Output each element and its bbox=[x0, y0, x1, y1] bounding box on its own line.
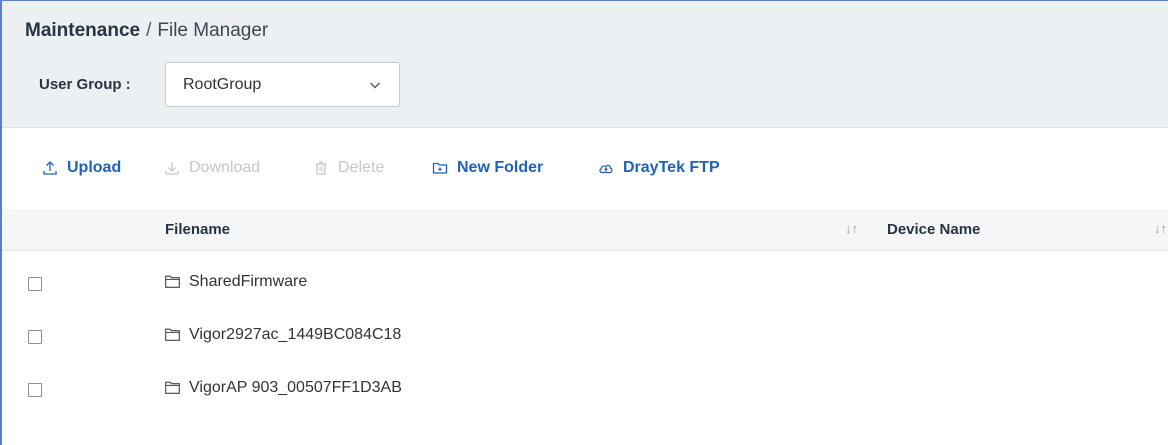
row-checkbox[interactable] bbox=[28, 277, 42, 291]
file-toolbar: Upload Download Delete New Folder DrayTe… bbox=[2, 155, 1168, 181]
download-icon bbox=[165, 162, 179, 175]
user-group-label: User Group : bbox=[39, 76, 131, 93]
delete-button[interactable]: Delete bbox=[313, 155, 384, 181]
user-group-value: RootGroup bbox=[183, 76, 262, 93]
sort-filename-icon[interactable]: ↓↑ bbox=[845, 221, 858, 236]
table-row[interactable]: Vigor2927ac_1449BC084C18 bbox=[2, 312, 1168, 364]
sort-device-name-icon[interactable]: ↓↑ bbox=[1154, 221, 1167, 236]
download-label: Download bbox=[189, 159, 261, 176]
draytek-ftp-label: DrayTek FTP bbox=[623, 159, 720, 176]
row-filename[interactable]: Vigor2927ac_1449BC084C18 bbox=[189, 326, 401, 344]
download-button[interactable]: Download bbox=[164, 155, 260, 181]
table-row[interactable]: SharedFirmware bbox=[2, 259, 1168, 311]
upload-icon bbox=[43, 161, 57, 175]
new-folder-label: New Folder bbox=[457, 159, 544, 176]
column-header-filename[interactable]: Filename bbox=[165, 221, 230, 238]
row-filename[interactable]: VigorAP 903_00507FF1D3AB bbox=[189, 379, 402, 397]
folder-icon bbox=[165, 328, 180, 341]
chevron-down-icon bbox=[370, 82, 380, 89]
breadcrumb-root[interactable]: Maintenance bbox=[25, 20, 140, 41]
new-folder-button[interactable]: New Folder bbox=[432, 155, 543, 181]
new-folder-icon bbox=[432, 162, 448, 174]
breadcrumb-current: File Manager bbox=[157, 20, 269, 41]
table-row[interactable]: VigorAP 903_00507FF1D3AB bbox=[2, 365, 1168, 417]
upload-button[interactable]: Upload bbox=[42, 155, 121, 181]
page-header: Maintenance / File Manager User Group : Ro… bbox=[2, 1, 1168, 128]
row-filename[interactable]: SharedFirmware bbox=[189, 273, 307, 291]
trash-icon bbox=[315, 161, 327, 175]
cloud-icon bbox=[599, 164, 613, 174]
user-group-select[interactable]: RootGroup bbox=[165, 62, 400, 107]
breadcrumb-separator: / bbox=[146, 20, 152, 41]
table-header: Filename ↓↑ Device Name ↓↑ bbox=[2, 209, 1168, 251]
breadcrumb: Maintenance / File Manager bbox=[25, 20, 268, 42]
folder-icon bbox=[165, 381, 180, 394]
row-checkbox[interactable] bbox=[28, 383, 42, 397]
folder-icon bbox=[165, 275, 180, 288]
draytek-ftp-button[interactable]: DrayTek FTP bbox=[598, 155, 720, 181]
file-manager-window: Maintenance / File Manager User Group : Ro… bbox=[0, 0, 1168, 445]
column-header-device-name[interactable]: Device Name bbox=[887, 221, 980, 238]
delete-label: Delete bbox=[338, 159, 385, 176]
row-checkbox[interactable] bbox=[28, 330, 42, 344]
upload-label: Upload bbox=[67, 159, 122, 176]
